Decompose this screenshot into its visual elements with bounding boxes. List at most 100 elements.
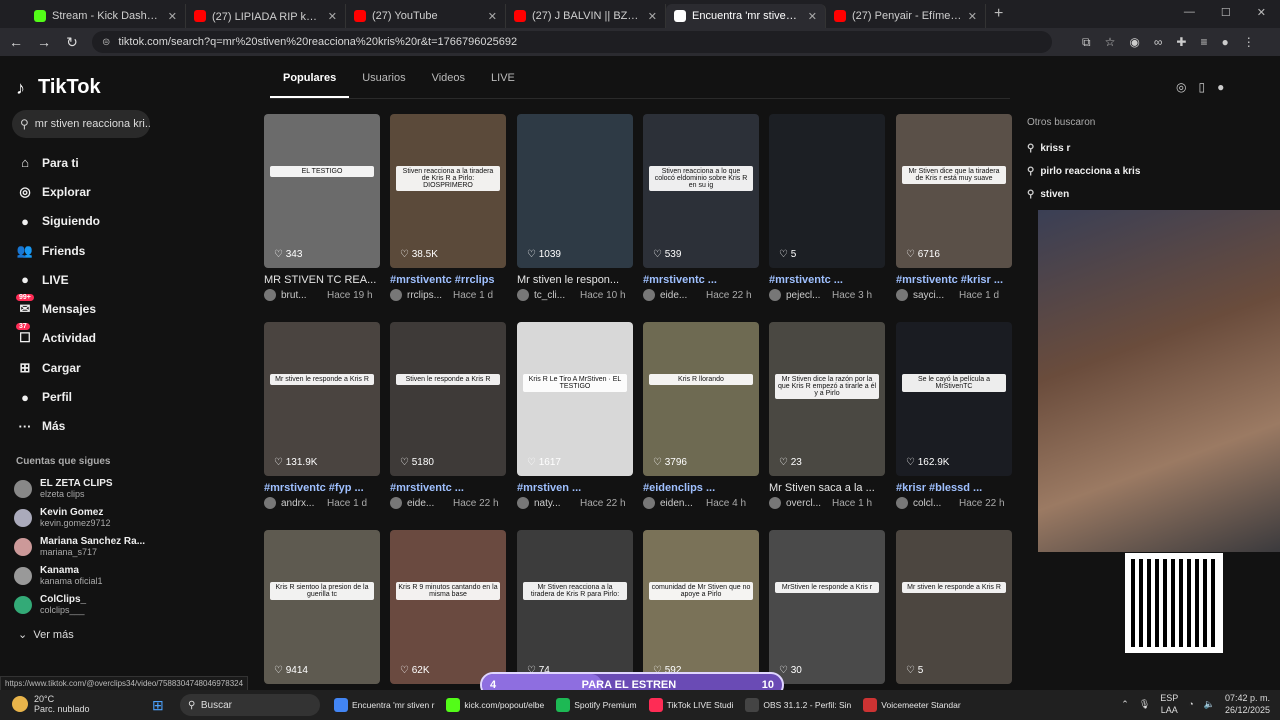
- author-name[interactable]: rrclips...: [407, 290, 447, 301]
- taskbar-app[interactable]: Encuentra 'mr stiven r: [330, 694, 438, 716]
- author-name[interactable]: brut...: [281, 290, 321, 301]
- video-thumbnail[interactable]: Kris R Le Tiro A MrStiven · EL TESTIGO ♡ …: [517, 322, 633, 476]
- taskbar-app[interactable]: TikTok LIVE Studi: [645, 694, 738, 716]
- video-card[interactable]: ♡ 1039 Mr stiven le respon... tc_cli... Hac…: [517, 114, 633, 301]
- clock[interactable]: 07:42 p. m. 26/12/2025: [1225, 692, 1270, 716]
- video-thumbnail[interactable]: Stiven le responde a Kris R ♡ 5180: [390, 322, 506, 476]
- sidebar-item-siguiendo[interactable]: ● Siguiendo: [16, 207, 100, 236]
- close-tab-icon[interactable]: ✕: [808, 10, 817, 23]
- author-name[interactable]: overcl...: [786, 498, 826, 509]
- author-name[interactable]: naty...: [534, 498, 574, 509]
- puzzle-icon[interactable]: ✚: [1176, 35, 1186, 50]
- link-icon[interactable]: ∞: [1154, 35, 1163, 50]
- video-thumbnail[interactable]: ♡ 1039: [517, 114, 633, 268]
- sidebar-item-explorar[interactable]: ◎ Explorar: [16, 177, 100, 206]
- suggested-search[interactable]: ⚲ pirlo reacciona a kris: [1027, 160, 1140, 183]
- suggested-search[interactable]: ⚲ stiven: [1027, 183, 1140, 206]
- wifi-icon[interactable]: ◔: [1188, 699, 1193, 709]
- sidebar-item-para-ti[interactable]: ⌂ Para ti: [16, 148, 100, 177]
- tab-populares[interactable]: Populares: [270, 72, 350, 98]
- video-card[interactable]: Kris R llorando ♡ 3796 #eidenclips ... eide…: [643, 322, 759, 509]
- taskbar-app[interactable]: Spotify Premium: [552, 694, 640, 716]
- video-description[interactable]: #mrstiventc ...: [643, 274, 759, 286]
- video-description[interactable]: MR STIVEN TC REA...: [264, 274, 380, 286]
- video-thumbnail[interactable]: Stiven reacciona a la tiradera de Kris R…: [390, 114, 506, 268]
- author-name[interactable]: tc_cli...: [534, 290, 574, 301]
- following-account[interactable]: Kevin Gomez kevin.gomez9712: [14, 503, 145, 532]
- video-card[interactable]: Stiven reacciona a lo que colocó eldomin…: [643, 114, 759, 301]
- close-tab-icon[interactable]: ✕: [168, 10, 177, 23]
- playlist-icon[interactable]: ≡: [1200, 35, 1207, 50]
- video-card[interactable]: comunidad de Mr Stiven que no apoye a Pi…: [643, 530, 759, 684]
- search-input[interactable]: ⚲ mr stiven reacciona kri...: [12, 110, 150, 138]
- browser-tab[interactable]: (27) YouTube ✕: [346, 4, 506, 28]
- sidebar-item-mensajes[interactable]: ✉ 99+ Mensajes: [16, 294, 100, 323]
- close-window-icon[interactable]: ✕: [1257, 6, 1266, 19]
- taskbar-app[interactable]: OBS 31.1.2 - Perfil: Sin: [741, 694, 855, 716]
- chevron-up-icon[interactable]: ⌃: [1121, 699, 1129, 710]
- bookmark-star-icon[interactable]: ☆: [1105, 35, 1116, 50]
- close-tab-icon[interactable]: ✕: [968, 10, 977, 23]
- following-account[interactable]: EL ZETA CLIPS elzeta clips: [14, 474, 145, 503]
- site-info-icon[interactable]: ⊜: [102, 37, 110, 48]
- video-description[interactable]: #mrstiventc ...: [769, 274, 885, 286]
- see-more-link[interactable]: ⌄ Ver más: [18, 628, 74, 641]
- video-thumbnail[interactable]: MrStiven le responde a Kris r ♡ 30: [769, 530, 885, 684]
- video-description[interactable]: Mr Stiven saca a la ...: [769, 482, 885, 494]
- video-thumbnail[interactable]: ♡ 5: [769, 114, 885, 268]
- video-description[interactable]: #krisr #blessd ...: [896, 482, 1012, 494]
- video-description[interactable]: #mrstiventc #rrclips: [390, 274, 506, 286]
- language-indicator[interactable]: ESP LAA: [1160, 692, 1178, 716]
- weather-widget[interactable]: 20°C Parc. nublado: [12, 694, 90, 714]
- url-input[interactable]: ⊜ tiktok.com/search?q=mr%20stiven%20reac…: [92, 31, 1052, 53]
- sidebar-item-perfil[interactable]: ● Perfil: [16, 382, 100, 411]
- video-card[interactable]: EL TESTIGO ♡ 343 MR STIVEN TC REA... brut..…: [264, 114, 380, 301]
- following-account[interactable]: Mariana Sanchez Ra... mariana_s717: [14, 532, 145, 561]
- video-thumbnail[interactable]: Mr Stiven dice la razón por la que Kris …: [769, 322, 885, 476]
- phone-icon[interactable]: ▯: [1198, 80, 1205, 100]
- author-name[interactable]: eide...: [660, 290, 700, 301]
- sidebar-item-m-s[interactable]: ··· Más: [16, 412, 100, 441]
- video-thumbnail[interactable]: Kris R llorando ♡ 3796: [643, 322, 759, 476]
- browser-tab[interactable]: (27) Penyair - Efímero ft @Efi ✕: [826, 4, 986, 28]
- windows-start-icon[interactable]: ⊞: [152, 697, 164, 714]
- taskbar-app[interactable]: Voicemeeter Standar: [859, 694, 964, 716]
- forward-icon[interactable]: →: [32, 34, 56, 50]
- minimize-icon[interactable]: —: [1184, 6, 1195, 19]
- video-card[interactable]: ♡ 5 #mrstiventc ... pejecl... Hace 3 h: [769, 114, 885, 301]
- video-card[interactable]: Mr Stiven reacciona a la tiradera de Kri…: [517, 530, 633, 684]
- cast-icon[interactable]: ⧉: [1082, 35, 1091, 50]
- close-tab-icon[interactable]: ✕: [328, 10, 337, 23]
- video-description[interactable]: #mrstiventc #fyp ...: [264, 482, 380, 494]
- video-thumbnail[interactable]: Se le cayó la película a MrStivenTC ♡ 162…: [896, 322, 1012, 476]
- tab-videos[interactable]: Videos: [419, 72, 478, 98]
- reload-icon[interactable]: ↻: [60, 34, 84, 51]
- user-avatar[interactable]: ●: [1217, 80, 1224, 100]
- video-thumbnail[interactable]: Mr stiven le responde a Kris R ♡ 131.9K: [264, 322, 380, 476]
- video-thumbnail[interactable]: EL TESTIGO ♡ 343: [264, 114, 380, 268]
- taskbar-search[interactable]: ⚲ Buscar: [180, 694, 320, 716]
- following-account[interactable]: Kanama kanama oficial1: [14, 561, 145, 590]
- new-tab-button[interactable]: +: [994, 5, 1003, 23]
- sidebar-item-cargar[interactable]: ⊞ Cargar: [16, 353, 100, 382]
- tiktok-logo[interactable]: ♪ TikTok: [16, 76, 101, 99]
- author-name[interactable]: colcl...: [913, 498, 953, 509]
- volume-icon[interactable]: 🔈: [1204, 699, 1215, 710]
- video-description[interactable]: #mrstiven ...: [517, 482, 633, 494]
- sidebar-item-live[interactable]: ● LIVE: [16, 265, 100, 294]
- extension-icon[interactable]: ◉: [1129, 35, 1139, 50]
- video-card[interactable]: Mr Stiven dice la razón por la que Kris …: [769, 322, 885, 509]
- author-name[interactable]: sayci...: [913, 290, 953, 301]
- menu-kebab-icon[interactable]: ⋮: [1243, 35, 1255, 50]
- video-card[interactable]: Kris R sientoo la presion de la guerilla…: [264, 530, 380, 684]
- video-thumbnail[interactable]: Kris R 9 minutos cantando en la misma ba…: [390, 530, 506, 684]
- back-icon[interactable]: ←: [4, 34, 28, 50]
- close-tab-icon[interactable]: ✕: [648, 10, 657, 23]
- author-name[interactable]: eide...: [407, 498, 447, 509]
- sidebar-item-actividad[interactable]: ☐ 37 Actividad: [16, 323, 100, 353]
- profile-avatar-icon[interactable]: ●: [1221, 35, 1228, 50]
- video-card[interactable]: Kris R 9 minutos cantando en la misma ba…: [390, 530, 506, 684]
- taskbar-app[interactable]: kick.com/popout/elbe: [442, 694, 548, 716]
- suggested-search[interactable]: ⚲ kriss r: [1027, 137, 1140, 160]
- browser-tab[interactable]: Encuentra 'mr stiven reacciona ✕: [666, 4, 826, 28]
